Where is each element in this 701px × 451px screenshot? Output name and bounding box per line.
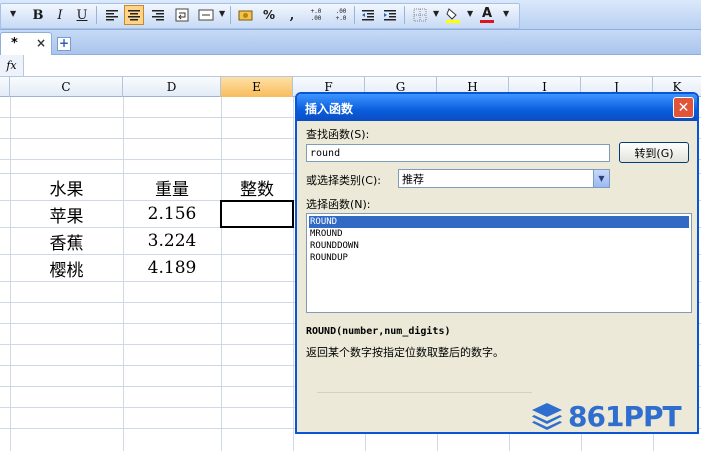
italic-button[interactable]: I — [50, 5, 70, 25]
dialog-title-bar[interactable]: 插入函数 ✕ — [297, 94, 697, 121]
category-value: 推荐 — [402, 172, 424, 186]
layers-icon — [532, 403, 562, 430]
function-listbox[interactable]: ROUND MROUND ROUNDDOWN ROUNDUP — [306, 213, 692, 313]
toolbar-separator — [230, 6, 231, 24]
merge-cells-icon[interactable] — [196, 5, 216, 25]
active-cell[interactable] — [220, 200, 294, 228]
dialog-title: 插入函数 — [305, 102, 354, 116]
increase-indent-icon[interactable] — [380, 5, 400, 25]
cell-fruit[interactable]: 樱桃 — [10, 255, 123, 281]
font-color-swatch — [480, 20, 494, 23]
function-description: 返回某个数字按指定位数取整后的数字。 — [306, 346, 504, 359]
align-center-icon[interactable] — [124, 5, 144, 25]
cell-c-header[interactable]: 水果 — [10, 174, 123, 200]
category-select[interactable]: 推荐 ▼ — [398, 169, 610, 188]
chevron-down-icon[interactable]: ▼ — [593, 170, 609, 187]
watermark-text: 861PPT — [568, 399, 682, 433]
cell-weight[interactable]: 4.189 — [123, 255, 221, 281]
close-icon[interactable]: ✕ — [673, 97, 694, 118]
column-header-c[interactable]: C — [10, 77, 123, 97]
decrease-indent-icon[interactable] — [358, 5, 378, 25]
fill-color-icon[interactable] — [443, 5, 463, 25]
comma-button[interactable]: , — [282, 5, 302, 25]
underline-button[interactable]: U — [72, 5, 92, 25]
tab-title: * — [11, 36, 18, 51]
font-color-letter: A — [481, 6, 493, 21]
toolbar-dropdown-icon[interactable]: ▼ — [10, 9, 16, 18]
insert-function-dialog: 插入函数 ✕ 查找函数(S): round 转到(G) 或选择类别(C): 推荐… — [295, 92, 699, 434]
dialog-divider — [317, 392, 532, 393]
cell-fruit[interactable]: 苹果 — [10, 201, 123, 227]
close-tab-icon[interactable]: × — [36, 36, 46, 50]
function-list-item[interactable]: ROUND — [309, 216, 689, 228]
function-signature: ROUND(number,num_digits) — [306, 326, 451, 337]
formatting-toolbar: ▼ B I U ▼ % , +.0 .00 .00 +.0 ▼ ▼ A ▼ — [0, 0, 701, 30]
search-function-input[interactable]: round — [306, 144, 610, 162]
function-list-item[interactable]: MROUND — [309, 228, 689, 240]
cell-e-header[interactable]: 整数 — [221, 174, 293, 200]
search-function-label: 查找函数(S): — [306, 128, 370, 141]
cell-weight[interactable]: 3.224 — [123, 228, 221, 254]
currency-icon[interactable] — [236, 5, 256, 25]
formula-bar: fx — [0, 55, 701, 77]
borders-icon[interactable] — [410, 5, 430, 25]
font-color-icon[interactable]: A — [477, 5, 497, 25]
toolbar-separator — [354, 6, 355, 24]
fill-color-dropdown-icon[interactable]: ▼ — [467, 9, 473, 18]
font-color-dropdown-icon[interactable]: ▼ — [503, 9, 509, 18]
wrap-text-icon[interactable] — [172, 5, 192, 25]
column-header-d[interactable]: D — [123, 77, 221, 97]
cell-fruit[interactable]: 香蕉 — [10, 228, 123, 254]
percent-button[interactable]: % — [259, 5, 279, 25]
column-header-e[interactable]: E — [221, 77, 293, 97]
select-function-label: 选择函数(N): — [306, 198, 371, 211]
increase-decimal-button[interactable]: +.0 .00 — [305, 5, 327, 25]
borders-dropdown-icon[interactable]: ▼ — [433, 9, 439, 18]
cell-weight[interactable]: 2.156 — [123, 201, 221, 227]
cell-d-header[interactable]: 重量 — [123, 174, 221, 200]
new-tab-icon[interactable]: + — [57, 37, 71, 51]
document-tab[interactable]: * × — [0, 32, 52, 55]
toolbar-separator — [96, 6, 97, 24]
row-header-corner[interactable] — [0, 77, 10, 97]
bold-button[interactable]: B — [28, 5, 48, 25]
goto-button[interactable]: 转到(G) — [619, 142, 689, 163]
merge-dropdown-icon[interactable]: ▼ — [219, 9, 225, 18]
align-right-icon[interactable] — [148, 5, 168, 25]
function-list-item[interactable]: ROUNDUP — [309, 252, 689, 264]
align-left-icon[interactable] — [102, 5, 122, 25]
function-list-item[interactable]: ROUNDDOWN — [309, 240, 689, 252]
watermark-logo: 861PPT — [530, 397, 682, 435]
toolbar-separator — [404, 6, 405, 24]
decrease-decimal-button[interactable]: .00 +.0 — [330, 5, 352, 25]
document-tab-bar: * × + — [0, 30, 701, 55]
fx-icon[interactable]: fx — [0, 55, 24, 76]
category-label: 或选择类别(C): — [306, 174, 381, 187]
